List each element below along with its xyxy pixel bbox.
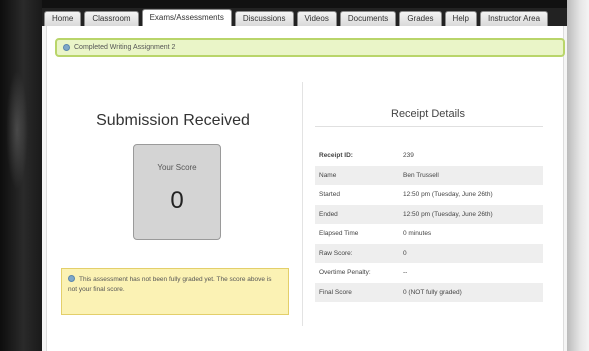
table-row: Ended 12:50 pm (Tuesday, June 26th): [315, 204, 543, 224]
score-box: Your Score 0: [133, 144, 221, 240]
receipt-value: Ben Trussell: [399, 165, 543, 185]
table-row: Name Ben Trussell: [315, 165, 543, 185]
receipt-table: Receipt ID: 239 Name Ben Trussell Starte…: [315, 146, 543, 302]
table-row: Receipt ID: 239: [315, 146, 543, 166]
tab-help[interactable]: Help: [444, 11, 477, 26]
completion-notice: Completed Writing Assignment 2: [55, 38, 565, 57]
column-divider: [302, 82, 303, 326]
table-row: Elapsed Time 0 minutes: [315, 224, 543, 244]
tab-home[interactable]: Home: [44, 11, 82, 26]
receipt-key: Overtime Penalty:: [319, 269, 371, 277]
receipt-key: Final Score: [315, 282, 399, 302]
monitor-bezel-left: [0, 0, 42, 351]
table-row: Final Score 0 (NOT fully graded): [315, 282, 543, 302]
receipt-key: Name: [315, 165, 399, 185]
info-icon: [68, 275, 75, 282]
tab-videos[interactable]: Videos: [296, 11, 337, 26]
receipt-key: Ended: [315, 204, 399, 224]
receipt-key: Receipt ID:: [319, 152, 353, 160]
table-row: Started 12:50 pm (Tuesday, June 26th): [315, 185, 543, 205]
bezel-glare: [6, 70, 28, 190]
main-nav-tabs: Home Classroom Exams/Assessments Discuss…: [42, 8, 567, 26]
receipt-divider: [315, 126, 543, 127]
info-icon: [63, 44, 70, 51]
course-page: Home Classroom Exams/Assessments Discuss…: [42, 8, 567, 351]
receipt-key: Raw Score:: [315, 243, 399, 263]
tab-classroom[interactable]: Classroom: [84, 11, 139, 26]
receipt-value: 0 (NOT fully graded): [399, 282, 543, 302]
receipt-value: 12:50 pm (Tuesday, June 26th): [399, 204, 543, 224]
receipt-value: 12:50 pm (Tuesday, June 26th): [403, 191, 493, 199]
completion-notice-text: Completed Writing Assignment 2: [74, 44, 176, 51]
receipt-value: --: [403, 269, 408, 277]
table-row: Raw Score: 0: [315, 243, 543, 263]
score-label: Your Score: [157, 163, 197, 172]
tab-documents[interactable]: Documents: [339, 11, 397, 26]
grading-warning-text: This assessment has not been fully grade…: [68, 276, 272, 293]
receipt-key: Started: [319, 191, 340, 199]
main-content: Completed Writing Assignment 2 Submissio…: [46, 26, 565, 351]
submission-panel: Submission Received Your Score 0 This as…: [55, 70, 291, 340]
receipt-value: 0 minutes: [403, 230, 432, 238]
table-row: Overtime Penalty: --: [315, 263, 543, 283]
tab-exams-assessments[interactable]: Exams/Assessments: [141, 9, 232, 26]
submission-title: Submission Received: [96, 112, 250, 129]
tab-discussions[interactable]: Discussions: [234, 11, 294, 26]
receipt-value: 239: [403, 152, 414, 160]
receipt-title: Receipt Details: [391, 108, 465, 120]
tab-grades[interactable]: Grades: [399, 11, 442, 26]
tab-instructor-area[interactable]: Instructor Area: [480, 11, 549, 26]
monitor-bezel-top: [0, 0, 589, 8]
monitor-bezel-right: [567, 0, 589, 351]
receipt-key: Elapsed Time: [319, 230, 359, 238]
grading-warning: This assessment has not been fully grade…: [61, 268, 289, 315]
receipt-value: 0: [399, 243, 543, 263]
score-value: 0: [170, 187, 184, 214]
